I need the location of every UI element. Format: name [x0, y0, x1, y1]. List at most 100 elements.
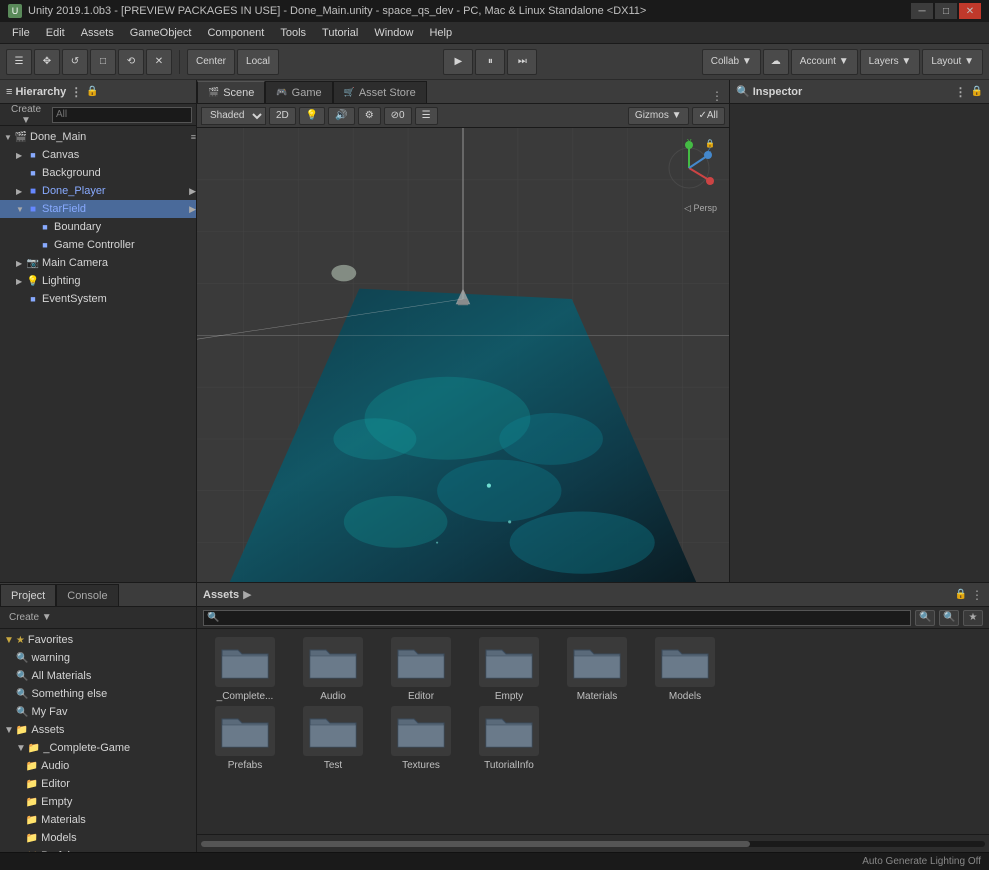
scale-tool[interactable]: □ [90, 49, 116, 75]
menu-assets[interactable]: Assets [73, 25, 122, 41]
folder-icon: 📁 [26, 833, 38, 844]
fav-something-else[interactable]: 🔍 Something else [0, 685, 196, 703]
hier-item-main-camera[interactable]: ▶ 📷 Main Camera [0, 254, 196, 272]
folder-icon [567, 637, 627, 687]
scene-view[interactable]: Y X Z 🔒 ◁ Persp [197, 128, 729, 582]
close-button[interactable]: ✕ [959, 3, 981, 19]
search-filter-2[interactable]: 🔍 [939, 610, 959, 626]
hier-item-canvas[interactable]: ▶ ■ Canvas [0, 146, 196, 164]
asset-materials[interactable]: ▶ 📁 Materials [0, 811, 196, 829]
layers-label: Layers ▼ [869, 56, 912, 67]
effects-toggle[interactable]: ⚙ [358, 107, 381, 125]
window-controls[interactable]: ─ □ ✕ [911, 3, 981, 19]
asset-models[interactable]: ▶ 📁 Models [0, 829, 196, 847]
menu-edit[interactable]: Edit [38, 25, 73, 41]
hier-item-done-player[interactable]: ▶ ■ Done_Player ▶ [0, 182, 196, 200]
project-create[interactable]: Create ▼ [6, 611, 55, 624]
asset-audio[interactable]: ▶ 📁 Audio [0, 757, 196, 775]
asset-scrollbar[interactable] [201, 841, 985, 847]
center-button[interactable]: Center [187, 49, 235, 75]
2d-button[interactable]: 2D [269, 107, 296, 125]
asset-item-test[interactable]: Test [293, 706, 373, 771]
asset-menu-icon[interactable]: ⋮ [971, 588, 983, 602]
scene-gizmo[interactable]: Y X Z 🔒 [659, 138, 719, 198]
hier-item-eventsystem[interactable]: ■ EventSystem [0, 290, 196, 308]
asset-complete-game[interactable]: ▼ 📁 _Complete-Game [0, 739, 196, 757]
transform-tool[interactable]: ✕ [146, 49, 172, 75]
done-main-menu[interactable]: ≡ [191, 132, 196, 142]
hierarchy-lock[interactable]: 🔒 [86, 86, 98, 97]
rect-tool[interactable]: ⟲ [118, 49, 144, 75]
play-button[interactable]: ▶ [443, 49, 473, 75]
zero-btn[interactable]: ⊘0 [384, 107, 412, 125]
menu-help[interactable]: Help [421, 25, 460, 41]
project-tab[interactable]: Project [0, 584, 56, 606]
arrow-icon: ▼ [16, 205, 26, 214]
fav-all-materials[interactable]: 🔍 All Materials [0, 667, 196, 685]
asset-item-textures[interactable]: Textures [381, 706, 461, 771]
audio-toggle[interactable]: 🔊 [328, 107, 354, 125]
menu-tutorial[interactable]: Tutorial [314, 25, 366, 41]
star-filter[interactable]: ★ [963, 610, 983, 626]
gizmos-button[interactable]: Gizmos ▼ [628, 107, 689, 125]
hierarchy-menu[interactable]: ⋮ [70, 85, 82, 99]
menu-component[interactable]: Component [199, 25, 272, 41]
center-area: 🎬 Scene 🎮 Game 🛒 Asset Store ⋮ Shaded 2D… [197, 80, 729, 582]
hier-item-done-main[interactable]: ▼ 🎬 Done_Main ≡ [0, 128, 196, 146]
all-button[interactable]: ✓All [692, 107, 726, 125]
maximize-button[interactable]: □ [935, 3, 957, 19]
asset-empty[interactable]: ▶ 📁 Empty [0, 793, 196, 811]
scene-panel-menu[interactable]: ⋮ [705, 89, 729, 103]
shaded-select[interactable]: Shaded [201, 107, 266, 125]
asset-item-tutorialinfo[interactable]: TutorialInfo [469, 706, 549, 771]
menu-file[interactable]: File [4, 25, 38, 41]
hierarchy-create[interactable]: Create ▼ [4, 103, 48, 127]
minimize-button[interactable]: ─ [911, 3, 933, 19]
cloud-button[interactable]: ☁ [763, 49, 789, 75]
asset-item-editor[interactable]: Editor [381, 637, 461, 702]
menu-tools[interactable]: Tools [272, 25, 314, 41]
favorites-header[interactable]: ▼ ★ Favorites [0, 631, 196, 649]
asset-item-empty[interactable]: Empty [469, 637, 549, 702]
account-button[interactable]: Account ▼ [791, 49, 858, 75]
lock-icon[interactable]: 🔒 [955, 589, 967, 600]
hier-item-boundary[interactable]: ■ Boundary [0, 218, 196, 236]
move-tool[interactable]: ✥ [34, 49, 60, 75]
inspector-lock[interactable]: 🔒 [971, 86, 983, 97]
console-tab[interactable]: Console [56, 584, 118, 606]
lighting-toggle[interactable]: 💡 [299, 107, 325, 125]
hierarchy-search[interactable] [52, 107, 192, 123]
hide-btn[interactable]: ☰ [415, 107, 438, 125]
scene-tab[interactable]: 🎬 Scene [197, 81, 265, 103]
game-tab[interactable]: 🎮 Game [265, 81, 332, 103]
pause-button[interactable]: ⏸ [475, 49, 505, 75]
asset-item-prefabs[interactable]: Prefabs [205, 706, 285, 771]
asset-item-audio[interactable]: Audio [293, 637, 373, 702]
fav-my-fav[interactable]: 🔍 My Fav [0, 703, 196, 721]
asset-editor[interactable]: ▶ 📁 Editor [0, 775, 196, 793]
asset-item-materials[interactable]: Materials [557, 637, 637, 702]
asset-item-complete-game[interactable]: _Complete... [205, 637, 285, 702]
asset-store-tab[interactable]: 🛒 Asset Store [333, 81, 427, 103]
asset-search-input[interactable] [203, 610, 911, 626]
rotate-tool[interactable]: ↺ [62, 49, 88, 75]
fav-warning[interactable]: 🔍 warning [0, 649, 196, 667]
asset-prefabs[interactable]: ▶ 📁 Prefabs [0, 847, 196, 852]
hier-item-background[interactable]: ■ Background [0, 164, 196, 182]
search-filter-1[interactable]: 🔍 [915, 610, 935, 626]
layout-button[interactable]: Layout ▼ [922, 49, 983, 75]
menu-window[interactable]: Window [366, 25, 421, 41]
hier-item-starfield[interactable]: ▼ ■ StarField ▶ [0, 200, 196, 218]
layers-button[interactable]: Layers ▼ [860, 49, 921, 75]
collab-button[interactable]: Collab ▼ [702, 49, 761, 75]
menu-gameobject[interactable]: GameObject [122, 25, 200, 41]
hand-tool[interactable]: ☰ [6, 49, 32, 75]
inspector-menu[interactable]: ⋮ [955, 85, 967, 99]
step-button[interactable]: ⏭ [507, 49, 537, 75]
assets-header[interactable]: ▼ 📁 Assets [0, 721, 196, 739]
hier-item-game-controller[interactable]: ■ Game Controller [0, 236, 196, 254]
asset-item-models[interactable]: Models [645, 637, 725, 702]
starfield-arrow: ▶ [189, 204, 196, 215]
hier-item-lighting[interactable]: ▶ 💡 Lighting [0, 272, 196, 290]
local-button[interactable]: Local [237, 49, 279, 75]
